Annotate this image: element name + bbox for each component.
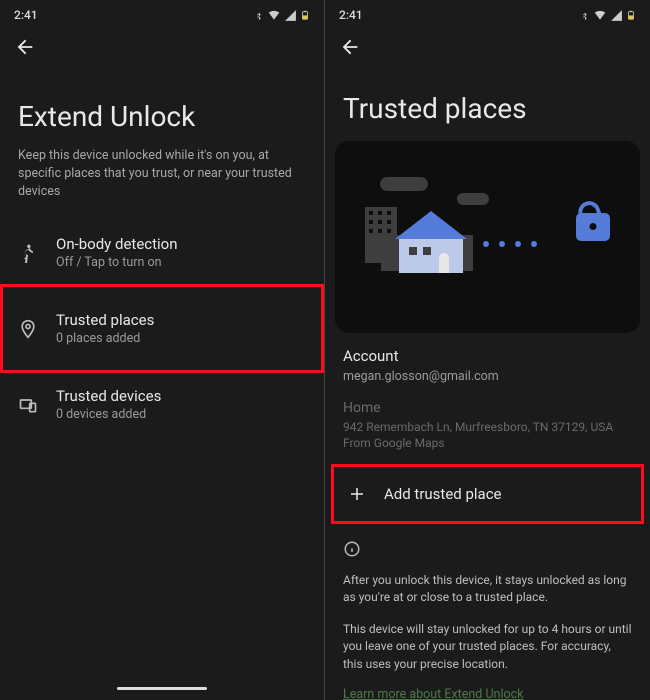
signal-icon	[610, 9, 623, 22]
page-subtitle: Keep this device unlocked while it's on …	[0, 147, 324, 221]
trusted-places-screen: 2:41 Trusted places Account meg	[325, 0, 650, 700]
info-icon	[325, 532, 650, 568]
back-button[interactable]	[0, 26, 324, 72]
item-label: Trusted places	[56, 311, 154, 329]
item-sub: 0 places added	[56, 331, 154, 346]
account-email: megan.glosson@gmail.com	[325, 369, 650, 400]
page-title: Trusted places	[325, 72, 650, 139]
location-icon	[18, 319, 38, 339]
status-icons	[253, 8, 310, 22]
signal-icon	[284, 9, 297, 22]
battery-icon	[626, 8, 636, 22]
hero-illustration	[335, 141, 640, 333]
cloud-icon	[380, 177, 428, 191]
info-text-1: After you unlock this device, it stays u…	[325, 568, 650, 617]
wifi-icon	[267, 8, 281, 22]
home-source: From Google Maps	[325, 436, 650, 452]
item-sub: Off / Tap to turn on	[56, 255, 178, 270]
devices-icon	[18, 395, 38, 415]
plus-icon	[348, 485, 366, 503]
connection-dots	[483, 241, 537, 247]
status-bar: 2:41	[325, 0, 650, 26]
status-time: 2:41	[14, 8, 38, 22]
info-text-2: This device will stay unlocked for up to…	[325, 617, 650, 683]
battery-icon	[300, 8, 310, 22]
add-trusted-place-button[interactable]: Add trusted place	[331, 464, 644, 524]
walk-icon	[18, 243, 38, 263]
learn-more-link[interactable]: Learn more about Extend Unlock	[325, 687, 542, 700]
unlock-icon	[576, 213, 610, 241]
item-label: On-body detection	[56, 235, 178, 253]
home-address: 942 Remembach Ln, Murfreesboro, TN 37129…	[325, 420, 650, 436]
status-bar: 2:41	[0, 0, 324, 26]
trusted-devices-item[interactable]: Trusted devices 0 devices added	[0, 373, 324, 436]
add-label: Add trusted place	[384, 485, 502, 503]
extend-unlock-screen: 2:41 Extend Unlock Keep this device unlo…	[0, 0, 325, 700]
arrow-back-icon	[339, 36, 361, 58]
account-label: Account	[325, 347, 650, 369]
bluetooth-icon	[253, 10, 264, 21]
nav-handle[interactable]	[117, 687, 207, 690]
wifi-icon	[593, 8, 607, 22]
trusted-places-item[interactable]: Trusted places 0 places added	[0, 284, 324, 373]
back-button[interactable]	[325, 26, 650, 72]
arrow-back-icon	[14, 36, 36, 58]
status-icons	[579, 8, 636, 22]
item-label: Trusted devices	[56, 387, 161, 405]
on-body-detection-item[interactable]: On-body detection Off / Tap to turn on	[0, 221, 324, 284]
item-sub: 0 devices added	[56, 407, 161, 422]
page-title: Extend Unlock	[0, 72, 324, 147]
house-icon	[395, 211, 467, 273]
bluetooth-icon	[579, 10, 590, 21]
cloud-icon	[457, 193, 489, 205]
home-label[interactable]: Home	[325, 400, 650, 420]
status-time: 2:41	[339, 8, 363, 22]
